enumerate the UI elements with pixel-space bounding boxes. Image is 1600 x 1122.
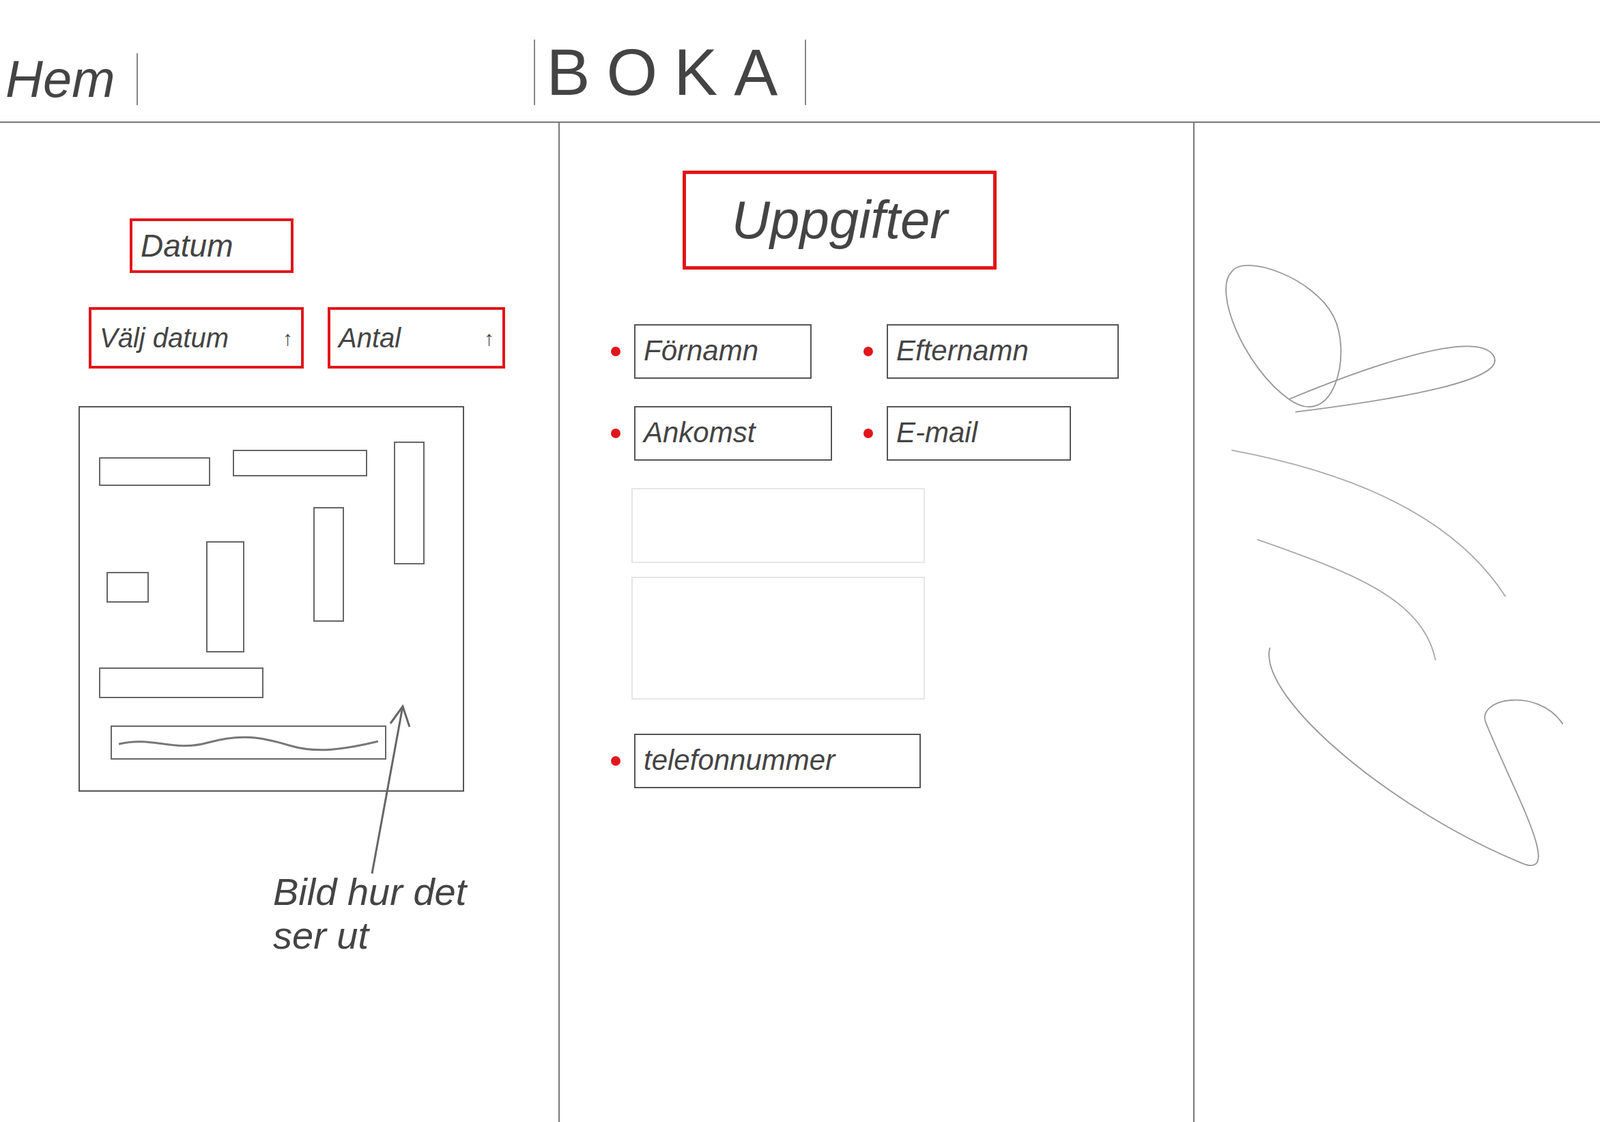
field-row: E-mail: [863, 406, 1194, 461]
details-column: Uppgifter Förnamn Efternamn Ankomst E-mail te…: [559, 122, 1195, 1122]
text-field[interactable]: Förnamn: [634, 324, 812, 379]
arrow-icon: ↑: [282, 322, 293, 354]
marker-dot: [610, 346, 621, 357]
floor-map: [78, 406, 465, 792]
text-field[interactable]: Ankomst: [634, 406, 833, 461]
select-row: Välj datum↑ Antal↑: [88, 307, 559, 369]
scribble-column: [1194, 122, 1600, 1122]
map-table: [393, 441, 425, 565]
tab[interactable]: BOKA: [533, 39, 807, 106]
date-column: Datum Välj datum↑ Antal↑ Bild hur det ser u…: [0, 122, 560, 1122]
wave-icon: [111, 726, 385, 759]
map-table: [106, 572, 149, 603]
marker-dot: [610, 428, 621, 439]
erased-box: [631, 488, 925, 564]
field-row: Ankomst: [610, 406, 864, 461]
select-box[interactable]: Välj datum↑: [88, 307, 304, 369]
field-row: telefonnummer: [610, 733, 1194, 789]
map-table: [313, 507, 345, 622]
text-field[interactable]: telefonnummer: [634, 733, 921, 789]
marker-dot: [863, 346, 874, 357]
erased-box: [631, 576, 925, 700]
details-title: Uppgifter: [682, 170, 997, 270]
field-row: Efternamn: [863, 324, 1194, 379]
field-row: Förnamn: [610, 324, 864, 379]
text-field[interactable]: Efternamn: [886, 324, 1119, 379]
map-table: [206, 541, 245, 653]
date-title: Datum: [129, 218, 294, 274]
marker-dot: [610, 756, 621, 766]
columns: Datum Välj datum↑ Antal↑ Bild hur det ser u…: [0, 122, 1600, 1122]
phone-row: telefonnummer: [610, 733, 1194, 789]
map-caption: Bild hur det ser ut: [273, 870, 478, 959]
map-table: [98, 667, 264, 699]
field-grid: Förnamn Efternamn Ankomst E-mail: [610, 324, 1194, 461]
map-counter: [110, 725, 387, 760]
scribble-drawing-icon: [1206, 232, 1589, 949]
map-table: [98, 457, 211, 487]
select-box[interactable]: Antal↑: [327, 307, 506, 369]
marker-dot: [863, 428, 874, 439]
tab[interactable]: Hem: [0, 53, 138, 106]
map-table: [232, 449, 367, 477]
arrow-icon: ↑: [483, 322, 495, 354]
pointer-arrow-icon: [0, 122, 560, 942]
text-field[interactable]: E-mail: [886, 406, 1071, 461]
header-bar: Hem BOKA: [0, 0, 1600, 123]
sketch-page: Hem BOKA Datum Välj datum↑ Antal↑ Bild hur de…: [0, 0, 1600, 1122]
